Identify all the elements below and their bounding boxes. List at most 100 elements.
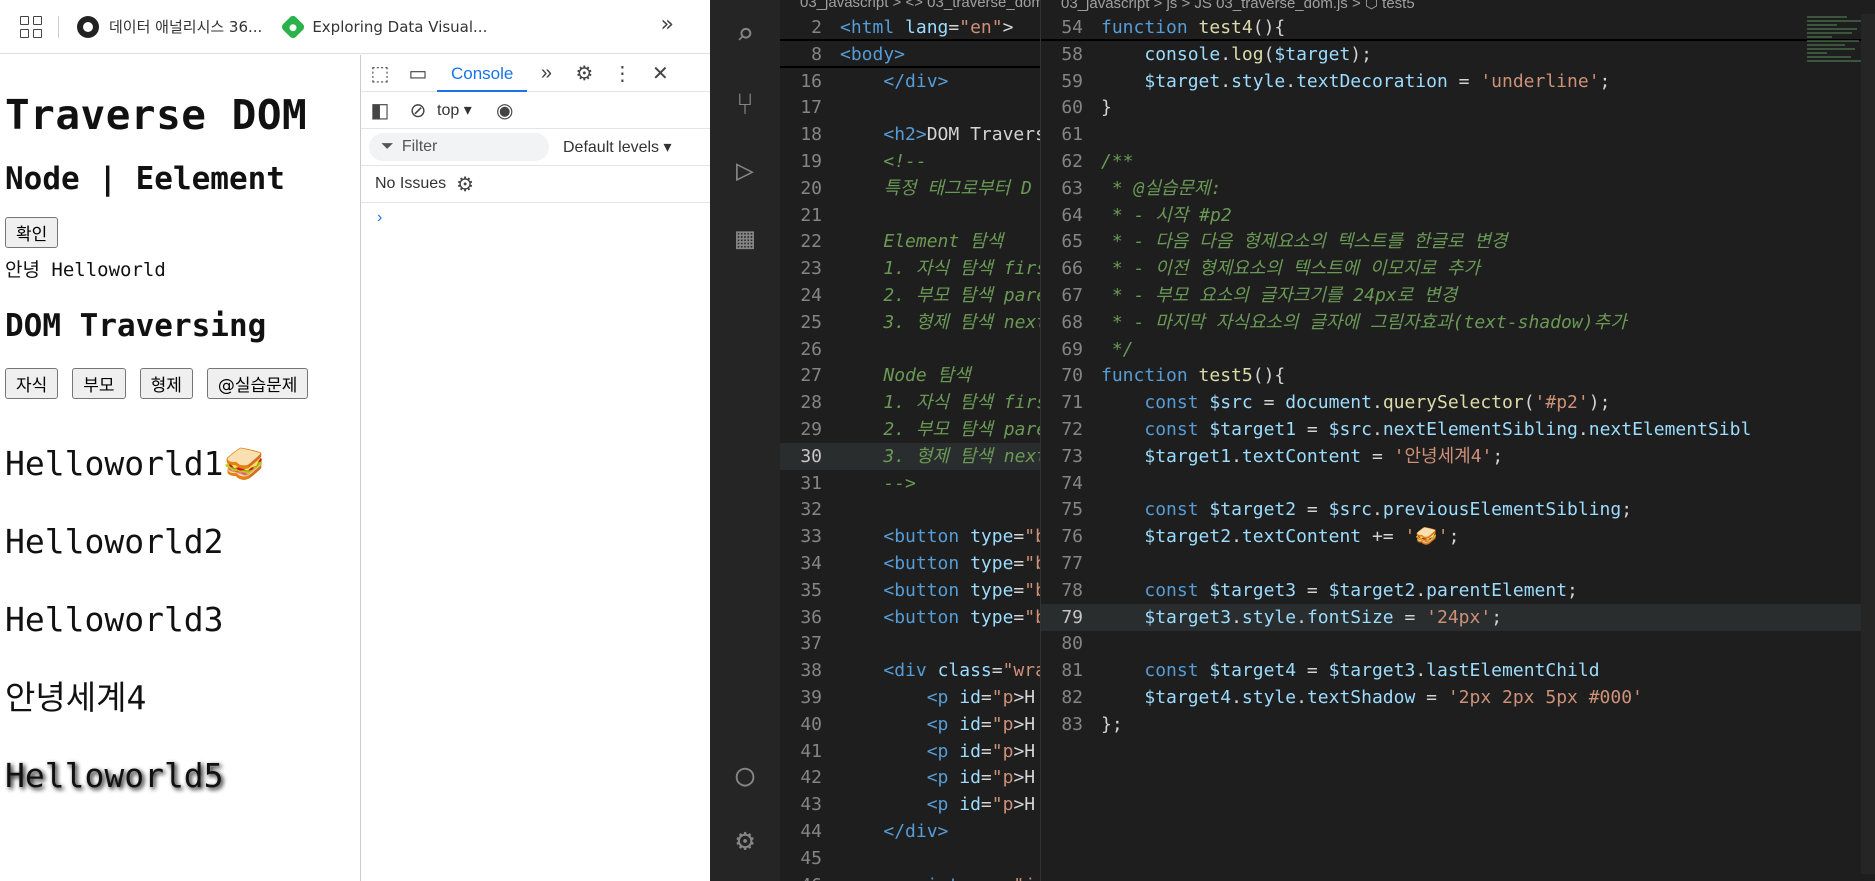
code-text: const $target4 = $target3.lastElementChi…	[1144, 660, 1600, 682]
line-number: 16	[800, 70, 822, 92]
code-text: -->	[883, 472, 916, 494]
manage-gear-icon[interactable]: ⚙	[725, 820, 765, 860]
parent-button[interactable]: 부모	[72, 368, 126, 399]
line-number: 73	[1061, 445, 1083, 467]
more-tabs-icon[interactable]: »	[527, 55, 565, 92]
clear-console-icon[interactable]: ⊘	[399, 92, 437, 129]
code-line[interactable]: 61	[1041, 121, 1875, 148]
filter-icon: ⏷	[381, 138, 394, 155]
line-number: 38	[800, 660, 822, 682]
bookmark-github[interactable]: 데이터 애널리시스 36...	[77, 15, 262, 38]
inspect-element-icon[interactable]: ⬚	[361, 55, 399, 92]
line-number: 77	[1061, 553, 1083, 574]
bookmarks-divider	[58, 15, 59, 38]
editor-js[interactable]: 03_javascript > js > JS 03_traverse_dom.…	[1040, 0, 1875, 881]
exercise-button[interactable]: @실습문제	[206, 368, 309, 399]
line-number: 33	[800, 526, 822, 548]
code-line[interactable]: 76 $target2.textContent += '🥪';	[1041, 523, 1875, 550]
bookmark-exploring-data[interactable]: Exploring Data Visual...	[280, 13, 487, 40]
tab-console[interactable]: Console	[437, 55, 528, 92]
line-number: 76	[1061, 526, 1083, 548]
minimap[interactable]	[1807, 14, 1867, 184]
account-icon[interactable]: ◯	[725, 755, 765, 795]
extensions-icon[interactable]: ▦	[725, 218, 765, 258]
code-text: * - 시작 #p2	[1101, 204, 1232, 226]
breadcrumb[interactable]: 03_javascript > <> 03_traverse_dom	[800, 0, 1044, 11]
code-line[interactable]: 74	[1041, 470, 1875, 497]
line-number: 63	[1061, 177, 1083, 199]
line-number: 67	[1061, 285, 1083, 306]
sibling-button[interactable]: 형제	[139, 368, 193, 399]
code-line[interactable]: 63 * @실습문제:	[1041, 175, 1875, 202]
code-line[interactable]: 79 $target3.style.fontSize = '24px';	[1041, 603, 1875, 631]
code-line[interactable]: 64 * - 시작 #p2	[1041, 202, 1875, 229]
code-line[interactable]: 80	[1041, 630, 1875, 657]
source-control-icon[interactable]: ⑂	[725, 84, 765, 124]
code-line[interactable]: 70 function test5(){	[1041, 362, 1875, 389]
code-line[interactable]: 75 const $target2 = $src.previousElement…	[1041, 496, 1875, 523]
line-number: 69	[1061, 338, 1083, 360]
child-button[interactable]: 자식	[5, 368, 59, 399]
sidebar-toggle-icon[interactable]: ◧	[361, 92, 399, 129]
console-prompt[interactable]: ›	[377, 209, 710, 227]
filter-row: ⏷ Filter Default levels ▾	[361, 129, 710, 166]
confirm-button[interactable]: 확인	[5, 217, 59, 248]
code-line[interactable]: 82 $target4.style.textShadow = '2px 2px …	[1041, 684, 1875, 711]
code-line[interactable]: 77	[1041, 550, 1875, 577]
code-text: <button type="bu	[883, 553, 1056, 574]
close-icon[interactable]: ✕	[641, 55, 679, 92]
code-text: 1. 자식 탐색 firs	[883, 392, 1048, 414]
line-number: 70	[1061, 365, 1083, 387]
code-line[interactable]: 71 const $src = document.querySelector('…	[1041, 389, 1875, 416]
line-number: 18	[800, 124, 822, 146]
page-subtitle: Node | Eelement	[5, 161, 285, 197]
line-number: 24	[800, 285, 822, 306]
code-line[interactable]: 66 * - 이전 형제요소의 텍스트에 이모지로 추가	[1041, 255, 1875, 282]
code-line[interactable]: 54 function test4(){	[1041, 14, 1875, 41]
code-line[interactable]: 81 const $target4 = $target3.lastElement…	[1041, 657, 1875, 684]
code-line[interactable]: 60}	[1041, 94, 1875, 121]
code-line[interactable]: 58 console.log($target);	[1041, 41, 1875, 68]
line-number: 42	[800, 767, 822, 789]
code-text: $target.style.textDecoration = 'underlin…	[1144, 70, 1611, 92]
line-number: 45	[800, 847, 822, 869]
code-text: 3. 형제 탐색 next	[883, 445, 1048, 467]
kebab-menu-icon[interactable]: ⋮	[603, 55, 641, 92]
breadcrumb[interactable]: 03_javascript > js > JS 03_traverse_dom.…	[1061, 0, 1415, 12]
line-number: 28	[800, 392, 822, 414]
code-text: <button type="bu	[883, 579, 1056, 601]
code-text: <button type="bu	[883, 526, 1056, 548]
line-number: 68	[1061, 311, 1083, 333]
code-line[interactable]: 62 /**	[1041, 148, 1875, 175]
context-select[interactable]: top ▾	[437, 100, 472, 120]
search-icon[interactable]: ⌕	[725, 14, 765, 54]
scrollbar[interactable]	[1861, 14, 1875, 874]
code-line[interactable]: 69 */	[1041, 336, 1875, 363]
code-line[interactable]: 73 $target1.textContent = '안녕세계4';	[1041, 443, 1875, 470]
code-text: * - 다음 다음 형제요소의 텍스트를 한글로 변경	[1101, 231, 1508, 253]
console-settings-icon[interactable]: ⚙	[446, 166, 484, 203]
apps-grid-icon[interactable]	[16, 12, 46, 42]
log-levels-select[interactable]: Default levels ▾	[563, 137, 672, 157]
line-number: 71	[1061, 392, 1083, 414]
code-line[interactable]: 68 * - 마지막 자식요소의 글자에 그림자효과(text-shadow)추…	[1041, 309, 1875, 336]
eye-icon[interactable]: ◉	[486, 92, 524, 129]
line-number: 23	[800, 258, 822, 280]
settings-gear-icon[interactable]: ⚙	[565, 55, 603, 92]
line-number: 59	[1061, 70, 1083, 92]
run-debug-icon[interactable]: ▷	[725, 150, 765, 190]
hello-text: 안녕 Helloworld	[5, 259, 166, 281]
code-line[interactable]: 72 const $target1 = $src.nextElementSibl…	[1041, 416, 1875, 443]
code-line[interactable]: 59 $target.style.textDecoration = 'under…	[1041, 68, 1875, 95]
code-text: Node 탐색	[883, 365, 971, 387]
code-text: * - 이전 형제요소의 텍스트에 이모지로 추가	[1101, 258, 1481, 280]
device-toolbar-icon[interactable]: ▭	[399, 55, 437, 92]
filter-input[interactable]: ⏷ Filter	[369, 133, 549, 161]
more-bookmarks-icon[interactable]: »	[661, 12, 675, 37]
line-number: 83	[1061, 713, 1083, 735]
code-line[interactable]: 78 const $target3 = $target2.parentEleme…	[1041, 577, 1875, 604]
code-line[interactable]: 83};	[1041, 711, 1875, 738]
code-text: $target4.style.textShadow = '2px 2px 5px…	[1144, 687, 1643, 708]
code-line[interactable]: 65 * - 다음 다음 형제요소의 텍스트를 한글로 변경	[1041, 228, 1875, 255]
code-line[interactable]: 67 * - 부모 요소의 글자크기를 24px로 변경	[1041, 282, 1875, 309]
